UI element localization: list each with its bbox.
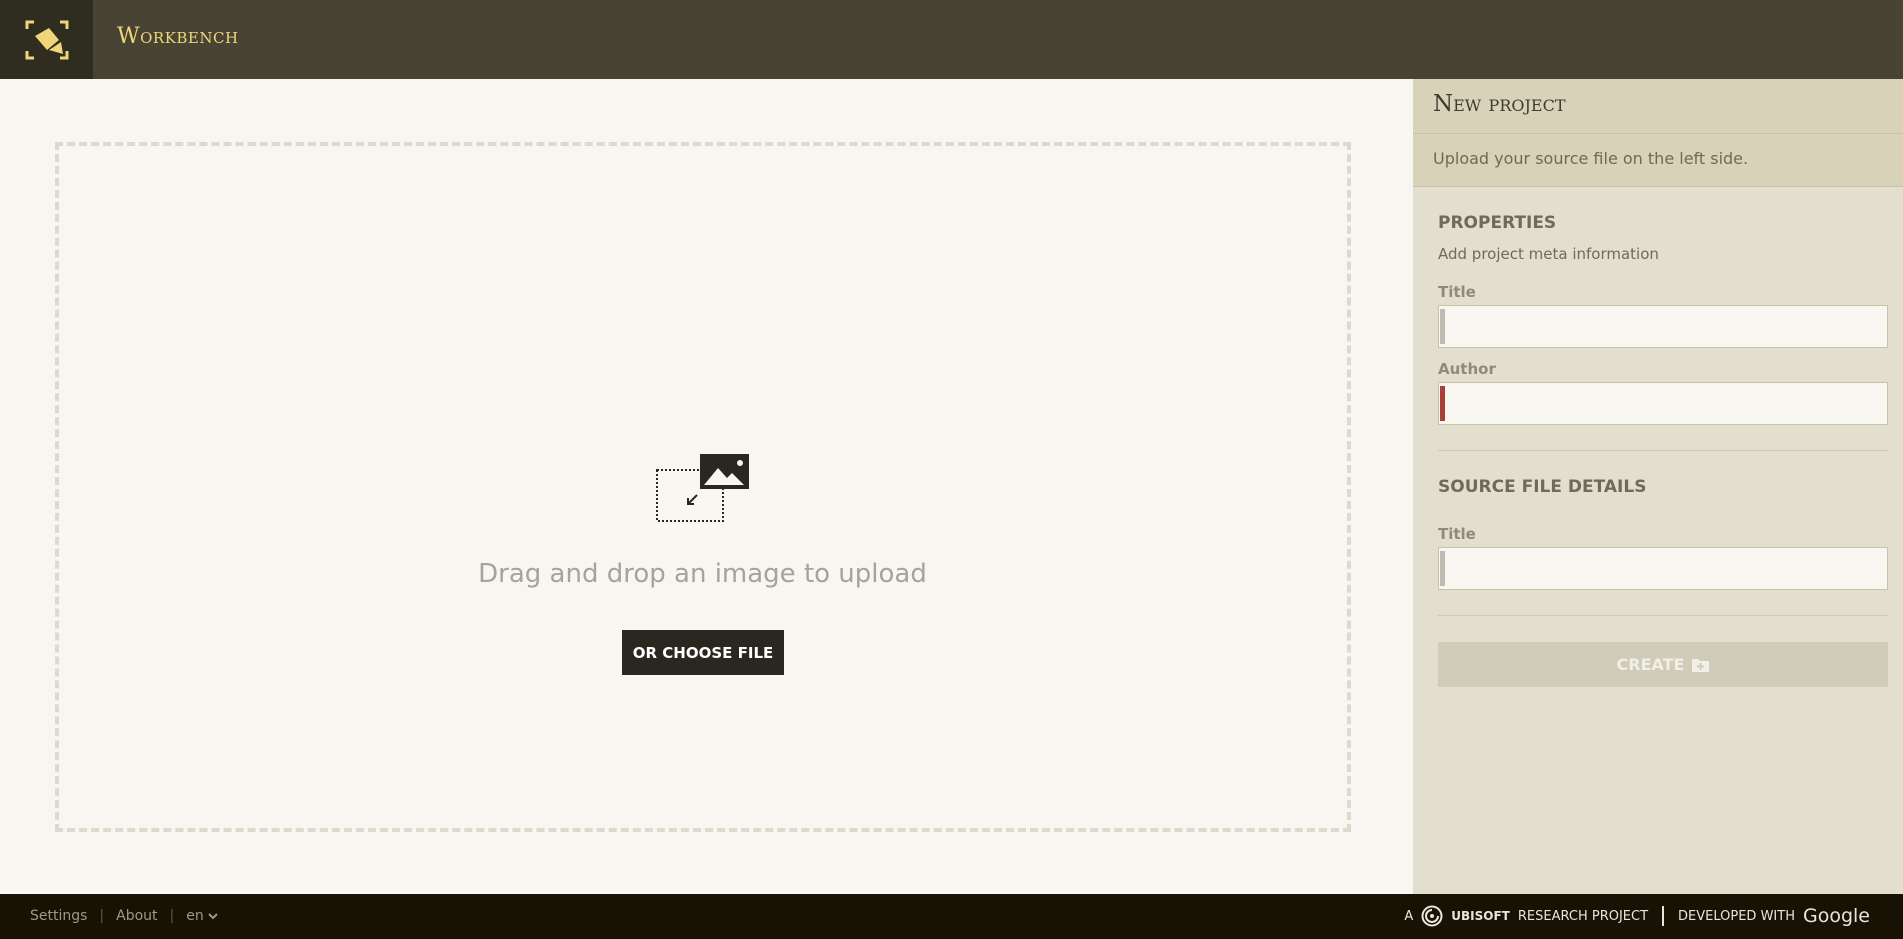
footer-separator: | bbox=[169, 908, 175, 924]
google-logo[interactable]: Google bbox=[1803, 905, 1870, 927]
app-title[interactable]: Workbench bbox=[117, 24, 239, 49]
section-divider bbox=[1438, 450, 1888, 451]
folder-add-icon bbox=[1692, 658, 1710, 672]
new-project-panel: New project Upload your source file on t… bbox=[1413, 79, 1903, 894]
about-link[interactable]: About bbox=[116, 908, 157, 924]
language-select[interactable]: en bbox=[186, 908, 218, 924]
app-header: Workbench bbox=[0, 0, 1903, 79]
main-area: Drag and drop an image to upload OR CHOO… bbox=[0, 79, 1413, 894]
language-value: en bbox=[186, 908, 204, 924]
create-button[interactable]: CREATE bbox=[1438, 642, 1888, 687]
title-field-wrap bbox=[1438, 305, 1888, 348]
app-logo[interactable] bbox=[0, 0, 93, 79]
footer-separator: | bbox=[99, 908, 105, 924]
properties-heading: PROPERTIES bbox=[1438, 213, 1557, 233]
source-file-heading: SOURCE FILE DETAILS bbox=[1438, 477, 1647, 497]
title-label: Title bbox=[1438, 283, 1476, 301]
author-input[interactable] bbox=[1438, 382, 1888, 425]
image-drop-icon bbox=[656, 454, 749, 522]
panel-subtitle: Upload your source file on the left side… bbox=[1413, 134, 1903, 187]
choose-file-button[interactable]: OR CHOOSE FILE bbox=[622, 630, 784, 675]
app-footer: Settings | About | en A UBISOFT RESEARCH… bbox=[0, 894, 1903, 939]
title-input[interactable] bbox=[1438, 305, 1888, 348]
credit-prefix: A bbox=[1404, 908, 1414, 924]
source-title-label: Title bbox=[1438, 525, 1476, 543]
research-project-text: RESEARCH PROJECT bbox=[1517, 908, 1649, 924]
chevron-down-icon bbox=[208, 913, 218, 920]
source-title-field-wrap bbox=[1438, 547, 1888, 590]
field-indicator bbox=[1440, 551, 1445, 586]
ubisoft-swirl-icon bbox=[1421, 905, 1443, 927]
ubisoft-logo[interactable]: UBISOFT bbox=[1451, 909, 1510, 923]
field-indicator bbox=[1440, 309, 1445, 344]
required-indicator bbox=[1440, 386, 1445, 421]
panel-header: New project bbox=[1413, 79, 1903, 134]
panel-title: New project bbox=[1433, 91, 1566, 117]
pen-focus-icon bbox=[25, 20, 68, 59]
author-field-wrap bbox=[1438, 382, 1888, 425]
source-title-input[interactable] bbox=[1438, 547, 1888, 590]
settings-link[interactable]: Settings bbox=[30, 908, 87, 924]
author-label: Author bbox=[1438, 360, 1496, 378]
create-button-label: CREATE bbox=[1616, 655, 1685, 674]
section-divider bbox=[1438, 615, 1888, 616]
developed-with-text: DEVELOPED WITH bbox=[1678, 908, 1795, 924]
footer-divider bbox=[1662, 906, 1665, 926]
drop-instruction: Drag and drop an image to upload bbox=[478, 559, 927, 589]
properties-description: Add project meta information bbox=[1438, 245, 1659, 263]
